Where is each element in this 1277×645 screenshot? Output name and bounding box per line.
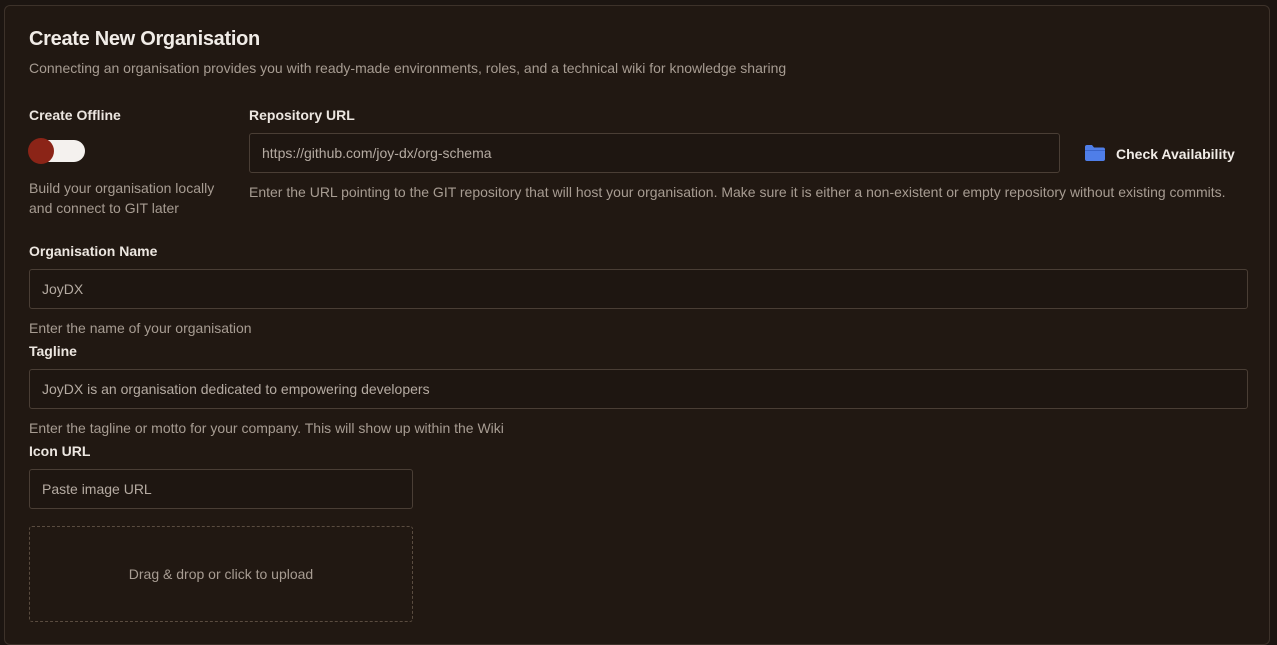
icon-url-placeholder: Paste image URL	[42, 481, 152, 497]
folder-icon	[1084, 144, 1106, 165]
page-subtitle: Connecting an organisation provides you …	[29, 60, 787, 76]
organisation-name-help: Enter the name of your organisation	[29, 320, 252, 336]
create-offline-toggle[interactable]	[28, 138, 85, 164]
toggle-knob	[28, 138, 54, 164]
repository-url-input[interactable]: https://github.com/joy-dx/org-schema	[249, 133, 1060, 173]
check-availability-label: Check Availability	[1116, 146, 1235, 162]
tagline-label: Tagline	[29, 343, 77, 359]
tagline-value: JoyDX is an organisation dedicated to em…	[42, 381, 430, 397]
dropzone-text: Drag & drop or click to upload	[128, 566, 314, 582]
icon-url-input[interactable]: Paste image URL	[29, 469, 413, 509]
tagline-input[interactable]: JoyDX is an organisation dedicated to em…	[29, 369, 1248, 409]
repository-url-value: https://github.com/joy-dx/org-schema	[262, 145, 492, 161]
check-availability-button[interactable]: Check Availability	[1084, 143, 1235, 165]
tagline-help: Enter the tagline or motto for your comp…	[29, 420, 504, 436]
organisation-name-input[interactable]: JoyDX	[29, 269, 1248, 309]
create-organisation-panel: Create New Organisation Connecting an or…	[4, 5, 1270, 645]
repository-url-help: Enter the URL pointing to the GIT reposi…	[249, 184, 1226, 200]
organisation-name-value: JoyDX	[42, 281, 84, 297]
icon-upload-dropzone[interactable]: Drag & drop or click to upload	[29, 526, 413, 622]
repository-url-label: Repository URL	[249, 107, 355, 123]
create-offline-label: Create Offline	[29, 107, 121, 123]
icon-url-label: Icon URL	[29, 443, 91, 459]
page-title: Create New Organisation	[29, 28, 260, 50]
organisation-name-label: Organisation Name	[29, 243, 158, 259]
create-offline-help: Build your organisation locally and conn…	[29, 180, 215, 216]
